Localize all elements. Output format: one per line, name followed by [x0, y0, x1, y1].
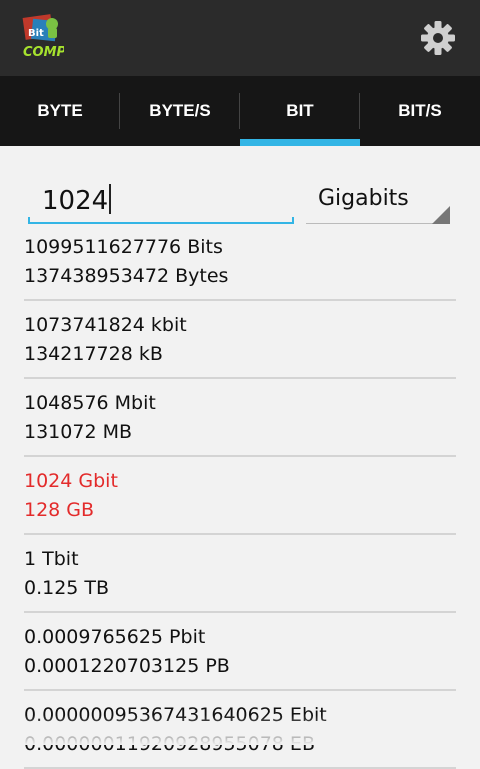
svg-text:COMP: COMP — [23, 45, 64, 60]
value-input[interactable]: 1024 — [28, 176, 294, 224]
tab-byte-per-second[interactable]: BYTE/S — [120, 76, 240, 146]
byte-value: 131072 MB — [24, 421, 132, 443]
list-item: 1 Tbit 0.125 TB — [24, 535, 456, 613]
list-item: 0.0009765625 Pbit 0.0001220703125 PB — [24, 613, 456, 691]
list-item: 1073741824 kbit 134217728 kB — [24, 301, 456, 379]
dropdown-underline — [306, 223, 450, 224]
bit-value: 1099511627776 Bits — [24, 236, 223, 258]
text-cursor — [109, 184, 112, 214]
list-item: 1048576 Mbit 131072 MB — [24, 379, 456, 457]
byte-value: 128 GB — [24, 499, 95, 521]
results-list: 1099511627776 Bits 137438953472 Bytes 10… — [24, 230, 456, 769]
app-bar: Bit COMP — [0, 0, 480, 76]
unit-dropdown[interactable]: Gigabits — [306, 176, 450, 224]
value-input-text: 1024 — [42, 184, 112, 216]
tab-byte[interactable]: BYTE — [0, 76, 120, 146]
value-input-value: 1024 — [42, 186, 109, 216]
bit-value: 1 Tbit — [24, 548, 79, 570]
byte-value: 137438953472 Bytes — [24, 265, 229, 287]
tab-bit-per-second[interactable]: BIT/S — [360, 76, 480, 146]
byte-value: 134217728 kB — [24, 343, 163, 365]
dropdown-triangle-icon — [432, 206, 450, 224]
tab-label: BYTE/S — [149, 101, 211, 120]
list-item-selected-unit: 1024 Gbit 128 GB — [24, 457, 456, 535]
tab-label: BIT/S — [398, 101, 442, 120]
bit-value: 1073741824 kbit — [24, 314, 187, 336]
list-item: 1099511627776 Bits 137438953472 Bytes — [24, 230, 456, 301]
byte-value: 0.125 TB — [24, 577, 110, 599]
tab-label: BIT — [286, 101, 314, 120]
svg-text:Bit: Bit — [28, 28, 44, 39]
bit-value: 0.0009765625 Pbit — [24, 626, 206, 648]
bit-value: 1024 Gbit — [24, 470, 118, 492]
bit-value: 1048576 Mbit — [24, 392, 156, 414]
byte-value: 0.0001220703125 PB — [24, 655, 230, 677]
tab-bar: BYTE BYTE/S BIT BIT/S — [0, 76, 480, 146]
input-underline — [28, 217, 294, 224]
app-logo-icon: Bit COMP — [22, 14, 64, 60]
tab-label: BYTE — [37, 101, 83, 120]
scroll-fade — [0, 715, 480, 745]
gear-icon[interactable] — [418, 18, 458, 58]
converter-panel: 1024 Gigabits 1099511627776 Bits 1374389… — [0, 146, 480, 769]
tab-bit[interactable]: BIT — [240, 76, 360, 146]
unit-dropdown-value: Gigabits — [318, 186, 409, 211]
